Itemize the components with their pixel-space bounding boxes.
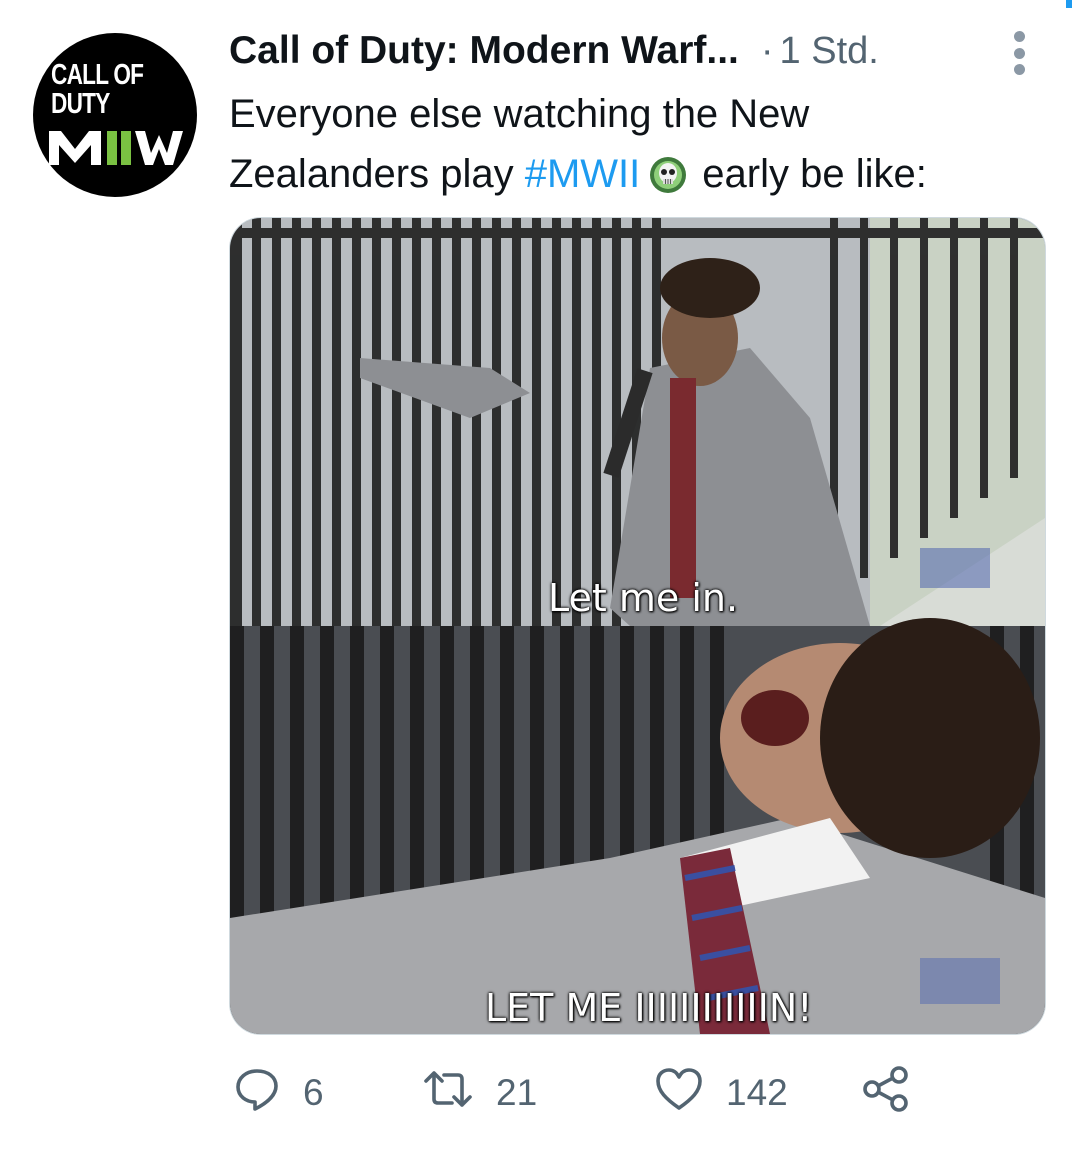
tweet-text-line-2: Zealanders play #MWII early be like: xyxy=(229,144,1049,212)
scroll-indicator xyxy=(1066,0,1072,8)
header-separator: · xyxy=(760,29,774,72)
retweet-button[interactable]: 21 xyxy=(422,1063,537,1123)
like-button[interactable]: 142 xyxy=(654,1063,788,1123)
tweet-text-line-1: Everyone else watching the New xyxy=(229,92,810,136)
tweet-header: Call of Duty: Modern Warf... · 1 Std. xyxy=(229,25,1040,77)
hashtag-link[interactable]: #MWII xyxy=(525,152,641,196)
tweet[interactable]: CALL OF DUTY Call of Duty: Modern Warf..… xyxy=(0,0,1080,1151)
tweet-text-suffix: early be like: xyxy=(702,152,927,196)
reply-icon xyxy=(233,1065,281,1122)
retweet-count: 21 xyxy=(496,1072,538,1113)
more-options-icon[interactable] xyxy=(1012,31,1026,75)
share-icon xyxy=(861,1064,911,1123)
avatar-mw-logo xyxy=(45,125,185,174)
reply-count: 6 xyxy=(303,1072,324,1113)
retweet-icon xyxy=(422,1065,474,1122)
like-count: 142 xyxy=(726,1072,788,1113)
tweet-timestamp[interactable]: 1 Std. xyxy=(780,30,879,73)
reply-button[interactable]: 6 xyxy=(233,1063,324,1123)
tweet-text-prefix: Zealanders play xyxy=(229,152,525,196)
avatar[interactable]: CALL OF DUTY xyxy=(33,33,197,197)
share-button[interactable] xyxy=(861,1063,911,1123)
author-name[interactable]: Call of Duty: Modern Warf... xyxy=(229,29,739,73)
avatar-brand-text: CALL OF DUTY xyxy=(51,58,144,120)
tweet-media-image[interactable]: Let me in. LET ME IIIIIIIIIIIIN! xyxy=(229,217,1046,1035)
tweet-actions: 6 21 142 xyxy=(229,1063,989,1123)
ghost-skull-icon xyxy=(648,152,688,212)
media-caption-bottom: LET ME IIIIIIIIIIIIN! xyxy=(485,986,813,1030)
tweet-text: Everyone else watching the New Zealander… xyxy=(229,84,1049,212)
media-caption-top: Let me in. xyxy=(548,576,739,620)
heart-icon xyxy=(654,1065,704,1122)
